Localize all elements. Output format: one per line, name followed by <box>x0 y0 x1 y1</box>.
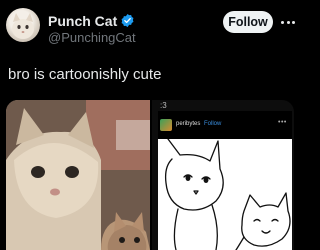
author-name-row: Punch Cat <box>48 12 135 29</box>
post-text: bro is cartoonishly cute <box>8 66 162 83</box>
embedded-post-header: peribytes Follow ••• <box>158 111 292 139</box>
cat-photo[interactable] <box>6 100 150 250</box>
post-media[interactable]: :3 peribytes Follow ••• <box>6 100 294 250</box>
embedded-avatar <box>160 119 172 131</box>
cat-avatar-image <box>12 13 34 39</box>
kitten-photo-image <box>6 100 150 250</box>
cartoon-cat-drawing <box>164 138 291 250</box>
author-handle[interactable]: @PunchingCat <box>48 30 136 45</box>
more-dot <box>286 20 290 24</box>
embedded-post: peribytes Follow ••• <box>158 111 292 250</box>
more-dot <box>291 20 295 24</box>
embedded-username: peribytes <box>176 121 201 127</box>
author-name[interactable]: Punch Cat <box>48 13 117 29</box>
post-header: Punch Cat @PunchingCat Follow <box>0 0 300 50</box>
verified-badge-icon <box>121 13 134 28</box>
author-avatar[interactable] <box>6 8 40 42</box>
more-dot <box>281 20 285 24</box>
more-options-icon[interactable] <box>278 12 298 32</box>
screenshot-attachment[interactable]: :3 peribytes Follow ••• <box>152 100 294 250</box>
follow-button[interactable]: Follow <box>223 11 273 33</box>
embedded-follow-link: Follow <box>204 121 222 127</box>
attachment-caption: :3 <box>160 101 167 110</box>
embedded-more-icon: ••• <box>278 119 287 126</box>
cat-drawing <box>158 138 292 250</box>
